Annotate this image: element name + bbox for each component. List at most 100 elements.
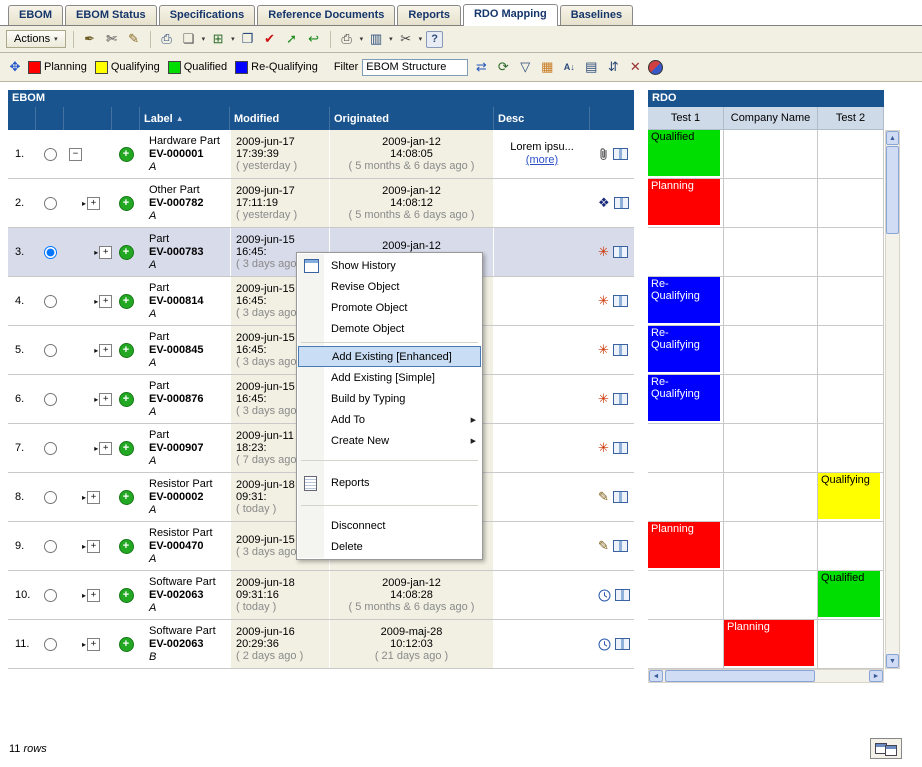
tree-expand-button[interactable]: + — [87, 638, 100, 651]
edit-icon[interactable]: ✎ — [125, 30, 143, 48]
sort-az-icon[interactable]: A↓ — [560, 58, 578, 76]
expand-structure-button[interactable]: + — [119, 539, 134, 554]
vertical-scroll-thumb[interactable] — [886, 146, 899, 234]
scroll-down-button[interactable]: ▼ — [886, 654, 899, 668]
tab-rdo-mapping[interactable]: RDO Mapping — [463, 4, 558, 26]
actions-menu-button[interactable]: Actions ▾ — [6, 30, 66, 48]
cut-icon[interactable]: ✄ — [103, 30, 121, 48]
tree-expand-button[interactable]: + — [99, 344, 112, 357]
expand-structure-button[interactable]: + — [119, 490, 134, 505]
tab-ebom-status[interactable]: EBOM Status — [65, 5, 157, 25]
tree-expand-button[interactable]: + — [87, 589, 100, 602]
connect-pen-icon[interactable]: ✒ — [81, 30, 99, 48]
expand-structure-button[interactable]: + — [119, 294, 134, 309]
tab-reference-documents[interactable]: Reference Documents — [257, 5, 395, 25]
header-desc[interactable]: Desc — [494, 107, 590, 130]
route-star-icon[interactable]: ✳ — [598, 440, 609, 456]
book-icon[interactable] — [614, 197, 629, 209]
tree-expand-button[interactable]: + — [99, 246, 112, 259]
book-icon[interactable] — [613, 540, 628, 552]
help-icon[interactable]: ? — [426, 31, 443, 48]
row-select-radio[interactable] — [44, 442, 57, 455]
menu-item-delete[interactable]: Delete — [298, 536, 481, 557]
menu-item-disconnect[interactable]: Disconnect — [298, 515, 481, 536]
book-icon[interactable] — [615, 638, 630, 650]
window-tile-button[interactable] — [870, 738, 902, 759]
route-star-icon[interactable]: ✳ — [598, 293, 609, 309]
remove-filter-icon[interactable]: ✕ — [626, 58, 644, 76]
scroll-right-button[interactable]: ► — [869, 670, 883, 682]
table-edit-icon[interactable]: ▤ — [582, 58, 600, 76]
menu-item-add-to[interactable]: Add To▶ — [298, 409, 481, 430]
tree-expand-button[interactable]: + — [99, 442, 112, 455]
expand-structure-button[interactable]: + — [119, 392, 134, 407]
menu-item-build-by-typing[interactable]: Build by Typing — [298, 388, 481, 409]
row-select-radio[interactable] — [44, 197, 57, 210]
tab-baselines[interactable]: Baselines — [560, 5, 633, 25]
book-icon[interactable] — [613, 442, 628, 454]
header-modified[interactable]: Modified — [230, 107, 330, 130]
expand-structure-button[interactable]: + — [119, 343, 134, 358]
open-window-icon[interactable]: ❐ — [239, 30, 257, 48]
tab-specifications[interactable]: Specifications — [159, 5, 256, 25]
expand-structure-button[interactable]: + — [119, 441, 134, 456]
route-star-icon[interactable]: ✳ — [598, 391, 609, 407]
filter-input[interactable] — [362, 59, 468, 76]
sort-updown-icon[interactable]: ⇵ — [604, 58, 622, 76]
promote-arrow-icon[interactable]: ➚ — [283, 30, 301, 48]
menu-item-promote-object[interactable]: Promote Object — [298, 297, 481, 318]
print-options-icon[interactable]: ⎙ — [338, 30, 356, 48]
expand-structure-button[interactable]: + — [119, 588, 134, 603]
row-select-radio[interactable] — [44, 295, 57, 308]
paperclip-icon[interactable] — [598, 147, 609, 161]
row-select-radio[interactable] — [44, 246, 57, 259]
rdo-header-test2[interactable]: Test 2 — [818, 107, 884, 130]
tree-expand-button[interactable]: + — [87, 540, 100, 553]
globe-icon[interactable] — [648, 60, 663, 75]
menu-item-add-existing-simple[interactable]: Add Existing [Simple] — [298, 367, 481, 388]
menu-item-show-history[interactable]: Show History — [298, 255, 481, 276]
more-link[interactable]: (more) — [526, 154, 558, 167]
row-select-radio[interactable] — [44, 393, 57, 406]
pencil-icon[interactable]: ✎ — [598, 538, 609, 554]
book-icon[interactable] — [613, 393, 628, 405]
refresh-icon[interactable]: ⟳ — [494, 58, 512, 76]
book-icon[interactable] — [613, 246, 628, 258]
book-icon[interactable] — [613, 344, 628, 356]
print-icon[interactable]: ⎙ — [158, 30, 176, 48]
header-originated[interactable]: Originated — [330, 107, 494, 130]
clock-icon[interactable] — [598, 638, 611, 651]
add-table-icon[interactable]: ⊞ — [209, 30, 227, 48]
expand-structure-button[interactable]: + — [119, 637, 134, 652]
remove-cut-icon[interactable]: ✂ — [397, 30, 415, 48]
menu-item-add-existing-enhanced[interactable]: Add Existing [Enhanced] — [298, 346, 481, 367]
book-icon[interactable] — [615, 589, 630, 601]
row-select-radio[interactable] — [44, 344, 57, 357]
row-select-radio[interactable] — [44, 491, 57, 504]
horizontal-scroll-thumb[interactable] — [665, 670, 815, 682]
edit-grid-icon[interactable]: ▦ — [538, 58, 556, 76]
book-icon[interactable] — [613, 491, 628, 503]
tree-expand-button[interactable]: + — [99, 295, 112, 308]
pencil-icon[interactable]: ✎ — [598, 489, 609, 505]
rdo-header-test1[interactable]: Test 1 — [648, 107, 724, 130]
column-settings-icon[interactable]: ▥ — [367, 30, 385, 48]
tree-expand-button[interactable]: + — [87, 197, 100, 210]
book-icon[interactable] — [613, 148, 628, 160]
expand-structure-button[interactable]: + — [119, 196, 134, 211]
tab-ebom[interactable]: EBOM — [8, 5, 63, 25]
validate-check-icon[interactable]: ✔ — [261, 30, 279, 48]
expand-structure-button[interactable]: + — [119, 245, 134, 260]
route-star-icon[interactable]: ✳ — [598, 244, 609, 260]
expand-structure-button[interactable]: + — [119, 147, 134, 162]
menu-item-demote-object[interactable]: Demote Object — [298, 318, 481, 339]
menu-item-reports[interactable]: Reports — [298, 470, 481, 496]
scroll-up-button[interactable]: ▲ — [886, 131, 899, 145]
header-label[interactable]: Label ▲ — [140, 107, 230, 130]
route-star-icon[interactable]: ✳ — [598, 342, 609, 358]
horizontal-scrollbar[interactable]: ◄ ► — [648, 669, 884, 683]
book-icon[interactable] — [613, 295, 628, 307]
seal-icon[interactable]: ❖ — [598, 195, 610, 211]
clock-icon[interactable] — [598, 589, 611, 602]
rdo-header-company-name[interactable]: Company Name — [724, 107, 818, 130]
